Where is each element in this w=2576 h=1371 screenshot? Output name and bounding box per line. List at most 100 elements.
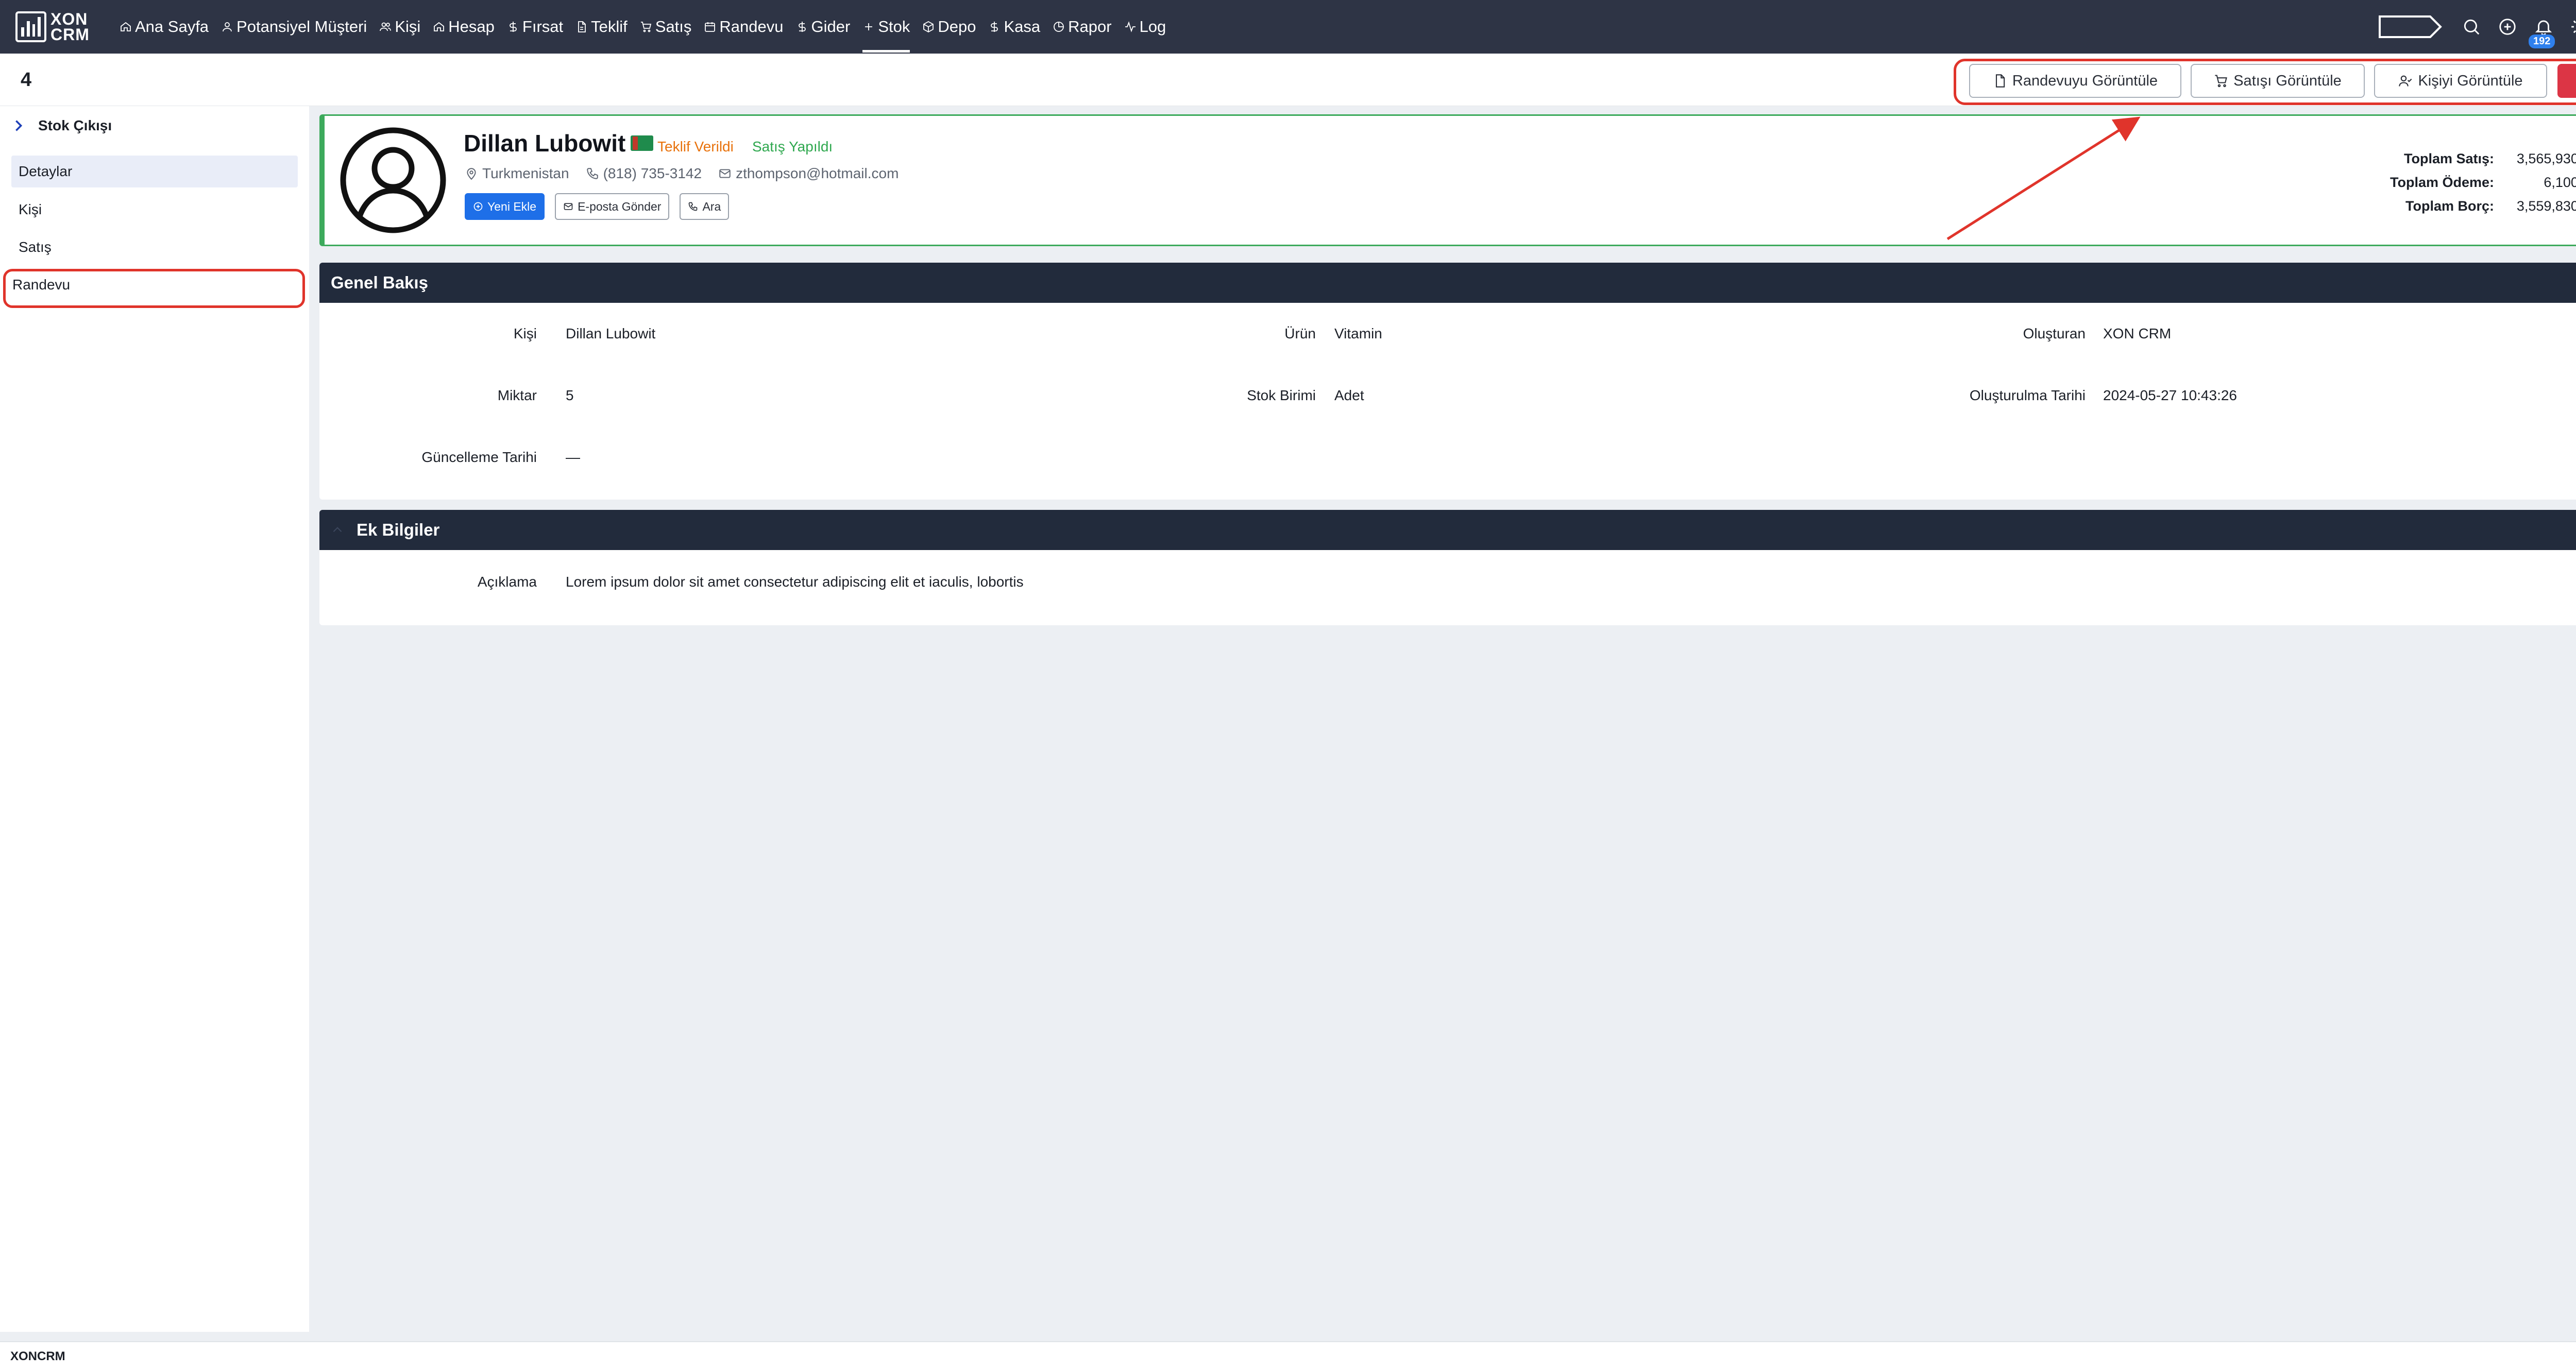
- nav-right-tools: 192: [2378, 0, 2576, 54]
- field-label-creator: Oluşturan: [2023, 325, 2086, 341]
- phone-icon: [689, 202, 698, 211]
- delete-button[interactable]: [2557, 64, 2576, 98]
- nav-item-depo[interactable]: Depo: [916, 0, 982, 54]
- nav-item-label: Rapor: [1068, 18, 1112, 36]
- view-appointment-button[interactable]: Randevuyu Görüntüle: [1969, 64, 2181, 98]
- avatar: [339, 126, 447, 234]
- send-email-label: E-posta Gönder: [578, 199, 662, 213]
- nav-item-gider[interactable]: Gider: [790, 0, 857, 54]
- nav-item-satis[interactable]: Satış: [634, 0, 698, 54]
- call-button[interactable]: Ara: [680, 193, 730, 220]
- sidebar-item-label: Detaylar: [19, 163, 73, 179]
- nav-item-teklif[interactable]: Teklif: [569, 0, 634, 54]
- nav-item-hesap[interactable]: Hesap: [427, 0, 501, 54]
- profile-actions: Yeni Ekle E-posta Gönder Ara: [465, 193, 730, 220]
- home-icon: [120, 21, 132, 33]
- field-label-stock-unit: Stok Birimi: [1247, 387, 1316, 403]
- sidebar-item-detaylar[interactable]: Detaylar: [11, 156, 298, 187]
- total-payment-row: Toplam Ödeme: 6,100.00 TL: [2390, 170, 2576, 194]
- sidebar-item-label: Satış: [19, 239, 52, 255]
- nav-item-label: Log: [1139, 18, 1166, 36]
- field-value-description: Lorem ipsum dolor sit amet consectetur a…: [566, 574, 1024, 590]
- nav-item-kasa[interactable]: Kasa: [982, 0, 1046, 54]
- nav-items: Ana Sayfa Potansiyel Müşteri Kişi Hesap …: [113, 0, 1172, 54]
- field-label-person: Kişi: [513, 325, 537, 341]
- add-circle-icon: [473, 202, 483, 211]
- profile-email[interactable]: zthompson@hotmail.com: [736, 165, 899, 182]
- field-value-creator: XON CRM: [2103, 325, 2172, 341]
- gear-icon[interactable]: [2570, 17, 2576, 37]
- nav-item-label: Hesap: [448, 18, 495, 36]
- sidebar-title[interactable]: Stok Çıkışı: [11, 117, 112, 134]
- total-payment-value: 6,100.00 TL: [2544, 174, 2576, 190]
- overview-title: Genel Bakış: [331, 273, 428, 292]
- record-id: 4: [21, 69, 32, 91]
- nav-item-label: Teklif: [591, 18, 628, 36]
- nav-item-label: Depo: [938, 18, 976, 36]
- notification-badge: 192: [2529, 35, 2555, 48]
- field-label-updated-date: Güncelleme Tarihi: [421, 449, 537, 465]
- new-add-button[interactable]: Yeni Ekle: [465, 193, 545, 220]
- sidebar-randevu-highlight: [3, 269, 305, 308]
- view-person-button[interactable]: Kişiyi Görüntüle: [2374, 64, 2547, 98]
- nav-item-ana-sayfa[interactable]: Ana Sayfa: [113, 0, 215, 54]
- nav-item-rapor[interactable]: Rapor: [1046, 0, 1117, 54]
- new-add-label: Yeni Ekle: [487, 199, 537, 213]
- nav-item-label: Kasa: [1004, 18, 1041, 36]
- overview-panel-header: Genel Bakış: [319, 263, 2576, 303]
- mail-icon: [564, 203, 573, 210]
- nav-item-label: Satış: [655, 18, 692, 36]
- bell-icon[interactable]: 192: [2529, 17, 2555, 48]
- footer-text: XONCRM: [10, 1349, 65, 1363]
- dollar-icon: [796, 21, 808, 33]
- nav-item-label: Potansiyel Müşteri: [236, 18, 367, 36]
- chevron-right-icon: [15, 120, 23, 131]
- logo-chart-icon: [15, 11, 46, 42]
- total-debt-row: Toplam Borç: 3,559,830.00 TL: [2390, 194, 2576, 218]
- add-circle-icon[interactable]: [2498, 17, 2517, 37]
- nav-item-kisi[interactable]: Kişi: [373, 0, 427, 54]
- users-icon: [379, 21, 392, 33]
- nav-item-randevu[interactable]: Randevu: [698, 0, 789, 54]
- call-label: Ara: [702, 199, 721, 213]
- view-sale-button[interactable]: Satışı Görüntüle: [2191, 64, 2365, 98]
- nav-item-label: Kişi: [395, 18, 421, 36]
- app-logo[interactable]: XON CRM: [15, 9, 93, 45]
- sidebar-title-label: Stok Çıkışı: [38, 117, 112, 133]
- nav-item-firsat[interactable]: Fırsat: [501, 0, 569, 54]
- field-value-created-date: 2024-05-27 10:43:26: [2103, 387, 2237, 403]
- profile-name: Dillan Lubowit: [464, 130, 626, 157]
- logo-line2: CRM: [50, 25, 90, 44]
- status-badge-sale: Satış Yapıldı: [752, 139, 833, 155]
- sidebar: Stok Çıkışı Detaylar Kişi Satış Randevu: [0, 106, 309, 1332]
- sidebar-item-kisi[interactable]: Kişi: [11, 194, 298, 226]
- logo-line1: XON: [50, 10, 88, 28]
- search-icon[interactable]: [2462, 17, 2481, 37]
- profile-phone[interactable]: (818) 735-3142: [603, 165, 702, 182]
- plus-icon: [862, 21, 875, 33]
- nav-item-log[interactable]: Log: [1118, 0, 1173, 54]
- nav-item-potansiyel-musteri[interactable]: Potansiyel Müşteri: [215, 0, 373, 54]
- footer: XONCRM: [0, 1341, 2576, 1371]
- chart-icon: [1053, 21, 1065, 33]
- extra-info-panel-header[interactable]: Ek Bilgiler: [319, 510, 2576, 550]
- dollar-icon: [988, 21, 1001, 33]
- flag-icon: [631, 135, 654, 151]
- nav-item-label: Ana Sayfa: [135, 18, 209, 36]
- extra-info-panel: Ek Bilgiler Açıklama Lorem ipsum dolor s…: [319, 510, 2576, 625]
- send-email-button[interactable]: E-posta Gönder: [555, 193, 670, 220]
- cart-icon: [640, 21, 652, 33]
- nav-item-label: Gider: [811, 18, 851, 36]
- extra-info-title: Ek Bilgiler: [357, 520, 440, 539]
- profile-country: Turkmenistan: [482, 165, 569, 181]
- profile-contact-info: Turkmenistan (818) 735-3142 zthompson@ho…: [465, 165, 915, 182]
- location-icon: [467, 168, 476, 180]
- total-payment-label: Toplam Ödeme:: [2389, 174, 2494, 190]
- field-label-created-date: Oluşturulma Tarihi: [1969, 387, 2086, 403]
- view-appointment-label: Randevuyu Görüntüle: [2012, 72, 2158, 89]
- sidebar-item-satis[interactable]: Satış: [11, 231, 298, 263]
- nav-item-stok[interactable]: Stok: [856, 0, 916, 54]
- nav-item-label: Randevu: [719, 18, 784, 36]
- total-sales-value: 3,565,930.00 TL: [2516, 150, 2576, 166]
- progress-arrow-icon[interactable]: [2378, 14, 2442, 39]
